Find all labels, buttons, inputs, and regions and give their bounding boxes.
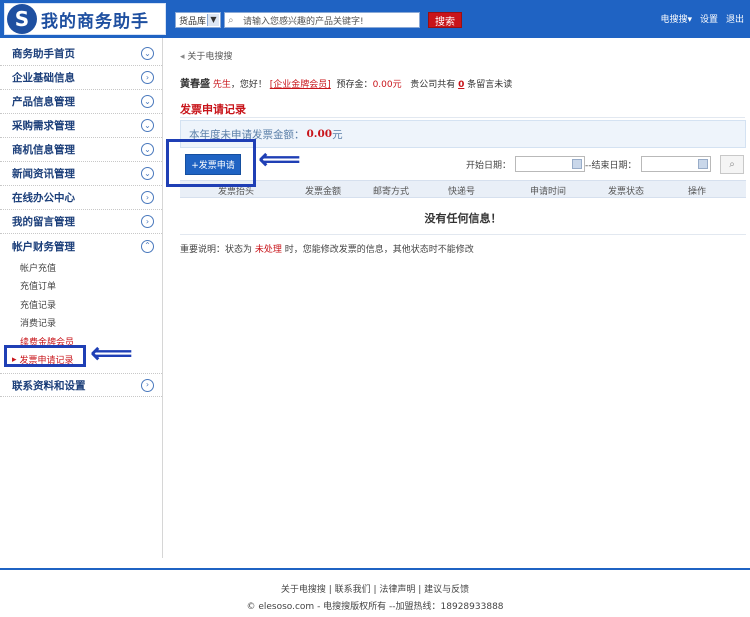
table-header: 发票抬头 发票金额 邮寄方式 快递号 申请时间 发票状态 操作 (180, 180, 746, 198)
sidebar: 商务助手首页 ⌄ 企业基础信息 › 产品信息管理 ⌄ 采购需求管理 ⌄ 商机信息… (0, 38, 163, 558)
pointer-arrow-icon: ⟸ (90, 336, 134, 371)
user-name: 黄春盛 (180, 79, 210, 90)
sidebar-item-business[interactable]: 商机信息管理 ⌄ (0, 138, 162, 162)
welcome-line: 黄春盛 先生，您好！ [企业金牌会员] 预存金：0.00元 贵公司共有 0 条留… (180, 79, 513, 90)
calendar-icon (697, 159, 708, 169)
footer-copyright: © elesoso.com - 电搜搜版权所有 --加盟热线：189289338… (246, 602, 504, 612)
column-header: 快递号 (448, 187, 476, 197)
search-type-select[interactable]: 货品库 ▼ (175, 12, 221, 28)
unread-count-link[interactable]: 0 (458, 80, 464, 90)
pointer-arrow-icon: ⟸ (258, 142, 302, 177)
column-header: 申请时间 (530, 187, 567, 197)
search-button[interactable]: 搜索 (428, 12, 462, 28)
prepay-amount: 0.00元 (372, 80, 402, 90)
logo-icon: S (7, 4, 37, 34)
sidebar-item-news[interactable]: 新闻资讯管理 ⌄ (0, 162, 162, 186)
breadcrumb-link[interactable]: 关于电搜搜 (187, 52, 232, 62)
search-icon: ⌕ (729, 159, 735, 170)
divider (180, 234, 746, 235)
back-icon: ◂ (180, 52, 185, 62)
chevron-right-icon: › (141, 71, 154, 84)
chevron-right-icon: › (141, 215, 154, 228)
logo-text: 我的商务助手 (41, 11, 149, 32)
sidebar-item-office[interactable]: 在线办公中心 › (0, 186, 162, 210)
chevron-right-icon: › (141, 191, 154, 204)
start-date-input[interactable] (515, 156, 586, 172)
footer-links[interactable]: 关于电搜搜 | 联系我们 | 法律声明 | 建议与反馈 (0, 582, 750, 595)
user-title: 先生 (212, 80, 231, 90)
unapplied-amount: 0.00 (306, 128, 333, 140)
chevron-right-icon: › (141, 378, 154, 392)
column-header: 发票状态 (608, 187, 645, 197)
sidebar-sub-consumption[interactable]: 消费记录 (0, 314, 162, 333)
divider (180, 117, 745, 118)
highlight-box-button (166, 139, 256, 187)
sidebar-item-purchase[interactable]: 采购需求管理 ⌄ (0, 114, 162, 138)
column-header: 操作 (688, 187, 707, 197)
status-unprocessed: 未处理 (254, 245, 282, 255)
sidebar-item-products[interactable]: 产品信息管理 ⌄ (0, 90, 162, 114)
chevron-down-icon: ⌄ (141, 119, 154, 132)
logout-link[interactable]: 退出 (726, 12, 744, 25)
search-input[interactable]: ⌕ 请输入您感兴趣的产品关键字! (224, 12, 420, 28)
breadcrumb: ◂ 关于电搜搜 (180, 49, 232, 62)
sidebar-item-company-info[interactable]: 企业基础信息 › (0, 66, 162, 90)
sidebar-item-finance[interactable]: 帐户财务管理 ⌃ (0, 234, 162, 258)
sidebar-sub-recharge-orders[interactable]: 充值订单 (0, 277, 162, 296)
chevron-down-icon: ⌄ (141, 167, 154, 180)
column-header: 邮寄方式 (373, 187, 410, 197)
calendar-icon (572, 159, 583, 169)
logo[interactable]: S 我的商务助手 (4, 3, 166, 35)
sidebar-item-contact-settings[interactable]: 联系资料和设置 › (0, 373, 162, 397)
highlight-box-sidebar (4, 345, 86, 367)
sidebar-sub-recharge[interactable]: 帐户充值 (0, 258, 162, 277)
search-area: 货品库 ▼ ⌕ 请输入您感兴趣的产品关键字! 搜索 (175, 12, 462, 28)
important-note: 重要说明：状态为 未处理 时，您能修改发票的信息，其他状态时不能修改 (180, 245, 474, 255)
top-bar: S 我的商务助手 货品库 ▼ ⌕ 请输入您感兴趣的产品关键字! 搜索 电搜搜▾ … (0, 0, 750, 38)
page-title: 发票申请记录 (180, 103, 246, 116)
date-search-button[interactable]: ⌕ (720, 155, 744, 174)
chevron-down-icon: ⌄ (141, 95, 154, 108)
chevron-down-icon: ▼ (207, 14, 219, 26)
settings-link[interactable]: 设置 (700, 12, 718, 25)
end-date-input[interactable] (640, 156, 711, 172)
site-menu-link[interactable]: 电搜搜▾ (660, 12, 692, 25)
column-header: 发票金额 (305, 187, 342, 197)
chevron-up-icon: ⌃ (141, 239, 154, 253)
chevron-down-icon: ⌄ (141, 143, 154, 156)
search-icon: ⌕ (228, 14, 234, 26)
chevron-down-icon: ⌄ (141, 47, 154, 60)
sidebar-item-home[interactable]: 商务助手首页 ⌄ (0, 42, 162, 66)
sidebar-sub-recharge-records[interactable]: 充值记录 (0, 295, 162, 314)
date-filter: 开始日期： --结束日期： (466, 156, 711, 172)
footer: 关于电搜搜 | 联系我们 | 法律声明 | 建议与反馈 © elesoso.co… (0, 568, 750, 617)
sidebar-item-messages[interactable]: 我的留言管理 › (0, 210, 162, 234)
empty-message: 没有任何信息！ (424, 212, 502, 225)
member-level-link[interactable]: [企业金牌会员] (270, 80, 331, 90)
top-links: 电搜搜▾ 设置 退出 (660, 12, 744, 25)
